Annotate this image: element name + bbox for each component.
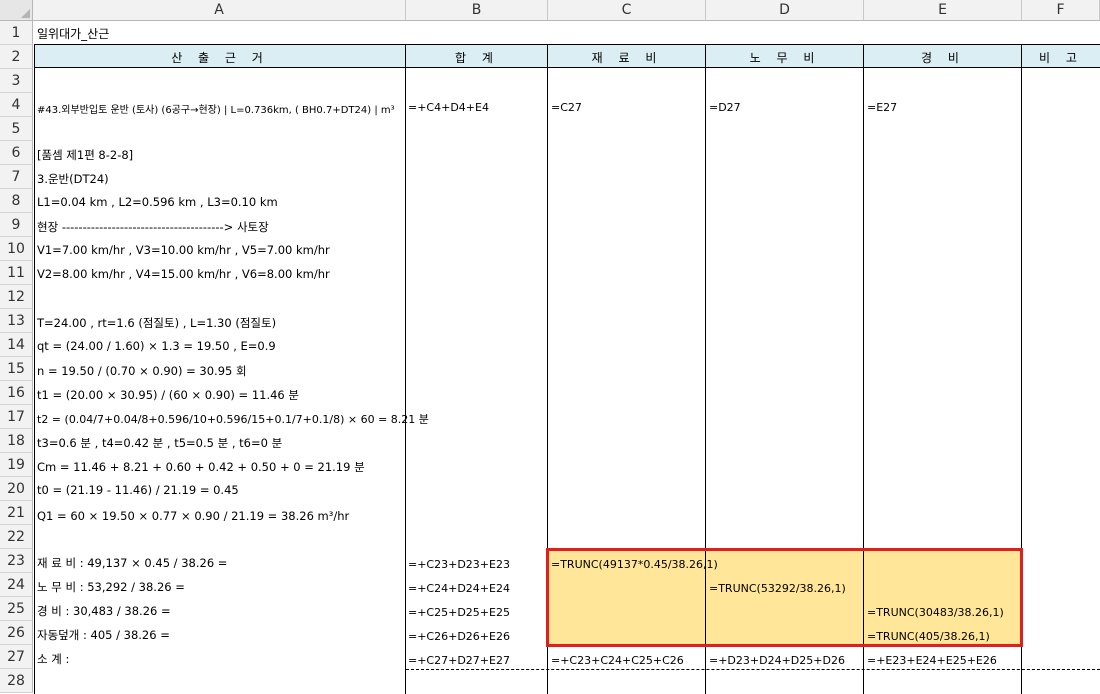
cell-b23[interactable]: =+C23+D23+E23 [408,558,510,571]
cell-b25[interactable]: =+C25+D25+E25 [408,606,510,619]
row-header-28[interactable]: 28 [0,669,33,693]
header-note: 비 고 [1039,51,1083,65]
column-header-c[interactable]: C [548,0,706,21]
row-header-5[interactable]: 5 [0,117,33,141]
row-header-20[interactable]: 20 [0,477,33,501]
row-header-13[interactable]: 13 [0,309,33,333]
row-header-19[interactable]: 19 [0,453,33,477]
header-basis: 산 출 근 거 [171,51,269,65]
column-header-f[interactable]: F [1022,0,1100,21]
cell-d4[interactable]: =D27 [709,101,741,114]
row-header-26[interactable]: 26 [0,621,33,645]
row-header-25[interactable]: 25 [0,597,33,621]
row-header-4[interactable]: 4 [0,93,33,117]
cell-c27[interactable]: =+C23+C24+C25+C26 [551,654,684,667]
row-header-22[interactable]: 22 [0,525,33,549]
cell-e25[interactable]: =TRUNC(30483/38.26,1) [867,606,1004,619]
row-header-27[interactable]: 27 [0,645,33,669]
row-header-24[interactable]: 24 [0,573,33,597]
cell-a4[interactable]: #43.외부반입토 운반 (토사) (6공구→현장) | L=0.736km, … [37,101,395,116]
header-material: 재 료 비 [591,51,663,65]
cell-b4[interactable]: =+C4+D4+E4 [408,101,489,114]
sheet-title[interactable]: 일위대가_산근 [37,25,109,42]
cell-a16[interactable]: t1 = (20.00 × 30.95) / (60 × 0.90) = 11.… [37,387,299,403]
cell-a23[interactable]: 재 료 비 : 49,137 × 0.45 / 38.26 = [37,555,227,571]
cell-a8[interactable]: L1=0.04 km , L2=0.596 km , L3=0.10 km [37,195,278,209]
header-labor: 노 무 비 [749,51,821,65]
row-header-6[interactable]: 6 [0,141,33,165]
row-header-23[interactable]: 23 [0,549,33,573]
column-header-e[interactable]: E [864,0,1022,21]
row-header-3[interactable]: 3 [0,69,33,93]
row-header-1[interactable]: 1 [0,21,33,45]
cell-c4[interactable]: =C27 [551,101,582,114]
column-header-d[interactable]: D [706,0,864,21]
cell-d27[interactable]: =+D23+D24+D25+D26 [709,654,845,667]
row-header-7[interactable]: 7 [0,165,33,189]
row-header-17[interactable]: 17 [0,405,33,429]
row-header-18[interactable]: 18 [0,429,33,453]
cell-a15[interactable]: n = 19.50 / (0.70 × 0.90) = 30.95 회 [37,363,247,379]
cell-a27[interactable]: 소 계 : [37,651,69,667]
column-header-a[interactable]: A [33,0,406,21]
cell-a20[interactable]: t0 = (21.19 - 11.46) / 21.19 = 0.45 [37,483,239,497]
cell-b24[interactable]: =+C24+D24+E24 [408,582,510,595]
cell-e26[interactable]: =TRUNC(405/38.26,1) [867,630,990,643]
header-total: 합 계 [455,51,499,65]
cell-b27[interactable]: =+C27+D27+E27 [408,654,510,667]
cell-e27[interactable]: =+E23+E24+E25+E26 [867,654,997,667]
row-header-12[interactable]: 12 [0,285,33,309]
cell-a10[interactable]: V1=7.00 km/hr , V3=10.00 km/hr , V5=7.00… [37,243,330,257]
row-header-10[interactable]: 10 [0,237,33,261]
select-all-corner[interactable] [0,0,33,21]
cell-a19[interactable]: Cm = 11.46 + 8.21 + 0.60 + 0.42 + 0.50 +… [37,459,365,475]
cell-e4[interactable]: =E27 [867,101,897,114]
cell-a13[interactable]: T=24.00 , rt=1.6 (점질토) , L=1.30 (점질토) [37,315,276,331]
row-header-16[interactable]: 16 [0,381,33,405]
cell-a14[interactable]: qt = (24.00 / 1.60) × 1.3 = 19.50 , E=0.… [37,339,276,353]
row-header-9[interactable]: 9 [0,213,33,237]
row-header-21[interactable]: 21 [0,501,33,525]
cell-a18[interactable]: t3=0.6 분 , t4=0.42 분 , t5=0.5 분 , t6=0 분 [37,435,282,451]
cell-a26[interactable]: 자동덮개 : 405 / 38.26 = [37,627,170,643]
cell-a11[interactable]: V2=8.00 km/hr , V4=15.00 km/hr , V6=8.00… [37,267,330,281]
cell-d24[interactable]: =TRUNC(53292/38.26,1) [709,582,846,595]
row-header-8[interactable]: 8 [0,189,33,213]
header-expense: 경 비 [921,51,965,65]
cell-a7[interactable]: 3.운반(DT24) [37,171,109,187]
cell-a17[interactable]: t2 = (0.04/7+0.04/8+0.596/10+0.596/15+0.… [37,411,429,427]
row-header-11[interactable]: 11 [0,261,33,285]
cell-a6[interactable]: [품셈 제1편 8-2-8] [37,147,133,163]
row-header-15[interactable]: 15 [0,357,33,381]
cell-b26[interactable]: =+C26+D26+E26 [408,630,510,643]
cell-a21[interactable]: Q1 = 60 × 19.50 × 0.77 × 0.90 / 21.19 = … [37,509,349,523]
cell-a9[interactable]: 현장 -------------------------------------… [37,219,269,235]
cell-a25[interactable]: 경 비 : 30,483 / 38.26 = [37,603,171,619]
column-header-b[interactable]: B [406,0,548,21]
row-header-2[interactable]: 2 [0,45,33,69]
cell-c23[interactable]: =TRUNC(49137*0.45/38.26,1) [551,558,718,571]
row-header-14[interactable]: 14 [0,333,33,357]
cell-a24[interactable]: 노 무 비 : 53,292 / 38.26 = [37,579,185,595]
